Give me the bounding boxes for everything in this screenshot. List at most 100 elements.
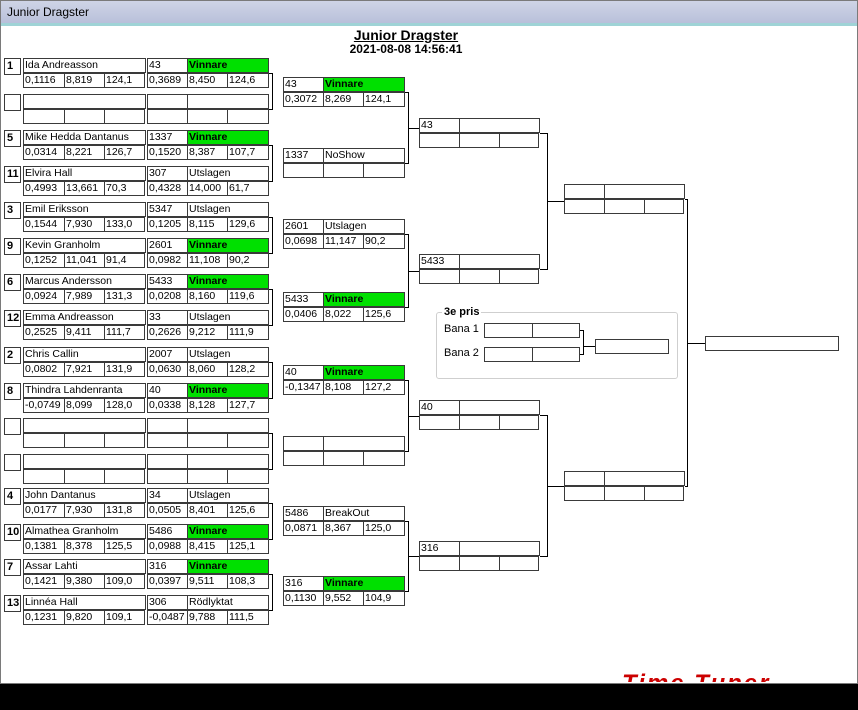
round3-stats-cell[interactable] <box>499 269 539 284</box>
round3-stats-cell[interactable] <box>419 269 460 284</box>
heat-stats-cell[interactable]: 0,0338 <box>147 398 188 413</box>
heat-result-cell[interactable] <box>187 94 269 109</box>
heat-stats-cell[interactable]: 128,2 <box>227 362 269 377</box>
final-entry-cell[interactable] <box>705 336 839 351</box>
semifinal-stats-cell[interactable] <box>604 486 645 501</box>
round2-stats-cell[interactable]: 0,0871 <box>283 521 324 536</box>
round2-stats-cell[interactable]: -0,1347 <box>283 380 324 395</box>
round3-entry-cell[interactable]: 43 <box>419 118 460 133</box>
heat-result-cell[interactable]: Utslagen <box>187 347 269 362</box>
round2-stats-cell[interactable]: 125,6 <box>363 307 405 322</box>
heat-result-cell[interactable]: 5347 <box>147 202 188 217</box>
round2-entry-cell[interactable] <box>323 436 405 451</box>
heat-result-cell[interactable]: Vinnare <box>187 559 269 574</box>
racer-stats-cell[interactable]: 109,1 <box>104 610 145 625</box>
heat-result-cell[interactable]: 40 <box>147 383 188 398</box>
racer-stats-cell[interactable]: 0,1231 <box>23 610 65 625</box>
round3-entry-cell[interactable]: 316 <box>419 541 460 556</box>
racer-name-cell[interactable]: Marcus Andersson <box>23 274 146 289</box>
racer-stats-cell[interactable]: 0,0924 <box>23 289 65 304</box>
round2-entry-cell[interactable]: 5486 <box>283 506 324 521</box>
racer-stats-cell[interactable]: 13,661 <box>64 181 105 196</box>
round3-stats-cell[interactable] <box>459 415 500 430</box>
heat-stats-cell[interactable]: 8,160 <box>187 289 228 304</box>
round2-entry-cell[interactable]: 316 <box>283 576 324 591</box>
racer-stats-cell[interactable] <box>23 109 65 124</box>
racer-stats-cell[interactable]: 131,3 <box>104 289 145 304</box>
racer-stats-cell[interactable]: 9,411 <box>64 325 105 340</box>
heat-result-cell[interactable] <box>147 94 188 109</box>
round3-stats-cell[interactable] <box>459 133 500 148</box>
round2-entry-cell[interactable]: BreakOut <box>323 506 405 521</box>
racer-stats-cell[interactable]: 70,3 <box>104 181 145 196</box>
racer-stats-cell[interactable] <box>23 469 65 484</box>
round2-stats-cell[interactable]: 8,367 <box>323 521 364 536</box>
heat-stats-cell[interactable]: 90,2 <box>227 253 269 268</box>
heat-result-cell[interactable]: 2007 <box>147 347 188 362</box>
racer-stats-cell[interactable]: 9,380 <box>64 574 105 589</box>
heat-stats-cell[interactable]: 107,7 <box>227 145 269 160</box>
round2-entry-cell[interactable]: 5433 <box>283 292 324 307</box>
heat-stats-cell[interactable]: 8,415 <box>187 539 228 554</box>
round2-stats-cell[interactable]: 124,1 <box>363 92 405 107</box>
heat-stats-cell[interactable]: 0,0505 <box>147 503 188 518</box>
heat-stats-cell[interactable]: 8,060 <box>187 362 228 377</box>
heat-stats-cell[interactable] <box>187 469 228 484</box>
racer-name-cell[interactable] <box>23 454 146 469</box>
heat-stats-cell[interactable]: 0,3689 <box>147 73 188 88</box>
racer-stats-cell[interactable]: 7,930 <box>64 503 105 518</box>
round2-entry-cell[interactable]: Vinnare <box>323 292 405 307</box>
heat-stats-cell[interactable]: 108,3 <box>227 574 269 589</box>
heat-stats-cell[interactable]: 8,387 <box>187 145 228 160</box>
round3-stats-cell[interactable] <box>419 556 460 571</box>
semifinal-entry-cell[interactable] <box>564 471 605 486</box>
racer-stats-cell[interactable]: 91,4 <box>104 253 145 268</box>
heat-stats-cell[interactable]: 0,2626 <box>147 325 188 340</box>
round3-stats-cell[interactable] <box>499 556 539 571</box>
round3-entry-cell[interactable] <box>459 400 540 415</box>
heat-result-cell[interactable]: Utslagen <box>187 488 269 503</box>
heat-result-cell[interactable]: 5433 <box>147 274 188 289</box>
racer-stats-cell[interactable]: 0,2525 <box>23 325 65 340</box>
heat-result-cell[interactable]: 316 <box>147 559 188 574</box>
heat-result-cell[interactable]: 307 <box>147 166 188 181</box>
heat-stats-cell[interactable]: 0,1205 <box>147 217 188 232</box>
heat-stats-cell[interactable]: 129,6 <box>227 217 269 232</box>
round2-stats-cell[interactable] <box>363 163 405 178</box>
round3-entry-cell[interactable]: 5433 <box>419 254 460 269</box>
heat-result-cell[interactable]: Rödlyktat <box>187 595 269 610</box>
racer-stats-cell[interactable]: 0,4993 <box>23 181 65 196</box>
heat-result-cell[interactable]: Utslagen <box>187 310 269 325</box>
racer-stats-cell[interactable]: -0,0749 <box>23 398 65 413</box>
round3-stats-cell[interactable] <box>499 415 539 430</box>
racer-name-cell[interactable]: Emma Andreasson <box>23 310 146 325</box>
heat-stats-cell[interactable] <box>147 469 188 484</box>
round3-stats-cell[interactable] <box>419 133 460 148</box>
racer-stats-cell[interactable]: 109,0 <box>104 574 145 589</box>
racer-name-cell[interactable]: John Dantanus <box>23 488 146 503</box>
heat-result-cell[interactable]: Vinnare <box>187 274 269 289</box>
racer-stats-cell[interactable]: 0,1252 <box>23 253 65 268</box>
semifinal-entry-cell[interactable] <box>564 184 605 199</box>
heat-result-cell[interactable]: Utslagen <box>187 166 269 181</box>
round2-stats-cell[interactable]: 90,2 <box>363 234 405 249</box>
racer-stats-cell[interactable]: 0,1421 <box>23 574 65 589</box>
heat-stats-cell[interactable]: 127,7 <box>227 398 269 413</box>
heat-stats-cell[interactable] <box>227 469 269 484</box>
round2-stats-cell[interactable] <box>363 451 405 466</box>
heat-result-cell[interactable]: 1337 <box>147 130 188 145</box>
round3-entry-cell[interactable] <box>459 118 540 133</box>
round2-stats-cell[interactable]: 127,2 <box>363 380 405 395</box>
round2-entry-cell[interactable]: Vinnare <box>323 576 405 591</box>
racer-stats-cell[interactable]: 126,7 <box>104 145 145 160</box>
racer-stats-cell[interactable]: 128,0 <box>104 398 145 413</box>
racer-stats-cell[interactable] <box>104 433 145 448</box>
heat-stats-cell[interactable]: 9,788 <box>187 610 228 625</box>
racer-name-cell[interactable]: Ida Andreasson <box>23 58 146 73</box>
round2-stats-cell[interactable]: 104,9 <box>363 591 405 606</box>
heat-result-cell[interactable]: Vinnare <box>187 130 269 145</box>
racer-stats-cell[interactable]: 125,5 <box>104 539 145 554</box>
round2-entry-cell[interactable] <box>283 436 324 451</box>
racer-stats-cell[interactable] <box>64 469 105 484</box>
round2-stats-cell[interactable]: 125,0 <box>363 521 405 536</box>
